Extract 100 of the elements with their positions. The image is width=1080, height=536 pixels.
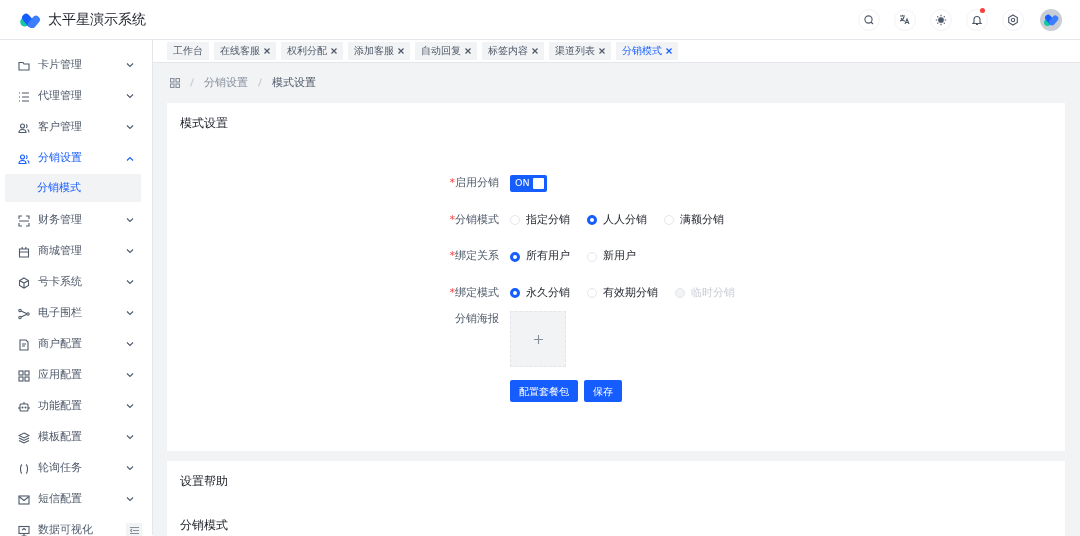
close-icon: [532, 48, 538, 54]
tab[interactable]: 渠道列表: [549, 42, 611, 60]
users-icon: [18, 121, 30, 134]
tab[interactable]: 在线客服: [214, 42, 276, 60]
tab[interactable]: 自动回复: [415, 42, 477, 60]
chevron-down-icon: [126, 497, 134, 502]
robot-icon: [18, 400, 30, 413]
radio-option[interactable]: 指定分销: [510, 211, 570, 229]
sidebar-item[interactable]: 电子围栏: [0, 298, 152, 329]
form-label: *启用分销: [448, 175, 500, 192]
sidebar-item[interactable]: 卡片管理: [0, 50, 152, 81]
monitor-icon: [18, 524, 30, 536]
radio-option[interactable]: 所有用户: [510, 248, 570, 265]
chevron-down-icon: [126, 63, 134, 68]
close-icon: [465, 48, 471, 54]
chevron-down-icon: [126, 435, 134, 440]
card-title: 设置帮助: [180, 473, 229, 490]
sidebar-item[interactable]: 功能配置: [0, 391, 152, 422]
form-label: *绑定模式: [448, 284, 500, 301]
chevron-down-icon: [126, 373, 134, 378]
logo-icon: [1043, 13, 1059, 26]
radio-option[interactable]: 新用户: [587, 248, 636, 265]
form-label: *分销模式: [448, 211, 500, 228]
sun-button[interactable]: [930, 8, 952, 31]
settings-button[interactable]: [1002, 8, 1024, 31]
bell-icon: [971, 13, 983, 26]
tab[interactable]: 工作台: [167, 42, 209, 60]
sidebar-item[interactable]: 分销设置: [0, 143, 152, 174]
close-icon: [331, 48, 337, 54]
separator-icon: [258, 78, 262, 88]
chevron-down-icon: [126, 125, 134, 130]
close-icon: [599, 48, 605, 54]
toggle-switch[interactable]: ON: [510, 175, 547, 192]
settings-icon: [1007, 13, 1019, 26]
bell-button[interactable]: [966, 8, 988, 31]
form-label: *绑定关系: [448, 248, 500, 265]
logo-icon: [18, 11, 42, 28]
tab[interactable]: 标签内容: [482, 42, 544, 60]
grid-icon: [18, 369, 30, 382]
collapse-button[interactable]: [126, 523, 142, 536]
sun-icon: [935, 13, 947, 26]
radio-option[interactable]: 满额分销: [664, 211, 724, 229]
home-grid-icon[interactable]: [170, 78, 180, 88]
chevron-down-icon: [126, 218, 134, 223]
close-icon: [398, 48, 404, 54]
close-icon: [666, 48, 672, 54]
translate-button[interactable]: [894, 8, 916, 31]
tab[interactable]: 分销模式: [616, 42, 678, 60]
collapse-icon: [129, 526, 139, 534]
scan-icon: [18, 214, 30, 227]
tab[interactable]: 权利分配: [281, 42, 343, 60]
form-button[interactable]: 保存: [584, 380, 622, 403]
avatar[interactable]: [1040, 8, 1062, 31]
sidebar-item[interactable]: 财务管理: [0, 205, 152, 236]
radio-option[interactable]: 人人分销: [587, 211, 647, 229]
tab[interactable]: 添加客服: [348, 42, 410, 60]
separator-icon: [190, 78, 194, 88]
form-label: 分销海报: [454, 311, 500, 328]
mail-icon: [18, 493, 30, 506]
chevron-down-icon: [126, 280, 134, 285]
section-heading: 分销模式: [180, 517, 229, 535]
radio-option[interactable]: 永久分销: [510, 284, 570, 302]
search-button[interactable]: [858, 8, 880, 31]
translate-icon: [899, 13, 911, 26]
chevron-down-icon: [126, 311, 134, 316]
chevron-down-icon: [126, 342, 134, 347]
sidebar-item[interactable]: 应用配置: [0, 360, 152, 391]
share-icon: [18, 307, 30, 320]
sidebar-item[interactable]: 代理管理: [0, 81, 152, 112]
radio-option[interactable]: 有效期分销: [587, 284, 658, 302]
chevron-down-icon: [126, 249, 134, 254]
cube-icon: [18, 276, 30, 289]
chevron-up-icon: [126, 156, 134, 161]
chevron-down-icon: [126, 94, 134, 99]
sidebar-item[interactable]: 模板配置: [0, 422, 152, 453]
sidebar-item[interactable]: 客户管理: [0, 112, 152, 143]
breadcrumb-item: 模式设置: [272, 74, 316, 91]
users-icon: [18, 152, 30, 165]
sidebar-item[interactable]: 商城管理: [0, 236, 152, 267]
chevron-down-icon: [126, 404, 134, 409]
form-button[interactable]: 配置套餐包: [510, 380, 578, 403]
search-icon: [863, 13, 875, 26]
sidebar-item[interactable]: 短信配置: [0, 484, 152, 515]
app-title: 太平星演示系统: [47, 10, 146, 29]
notification-dot: [980, 7, 985, 13]
folder-icon: [18, 59, 30, 72]
list-icon: [18, 90, 30, 103]
plus-icon: [533, 334, 543, 344]
document-icon: [18, 338, 30, 351]
sidebar-item[interactable]: 商户配置: [0, 329, 152, 360]
card-title: 模式设置: [180, 115, 229, 132]
brackets-icon: [18, 462, 30, 475]
sidebar-item[interactable]: 轮询任务: [0, 453, 152, 484]
sidebar-item[interactable]: 号卡系统: [0, 267, 152, 298]
upload-field[interactable]: [510, 311, 566, 368]
close-icon: [264, 48, 270, 54]
store-icon: [18, 245, 30, 258]
layers-icon: [18, 431, 30, 444]
chevron-down-icon: [126, 466, 134, 471]
submenu-item[interactable]: 分销模式: [5, 174, 141, 202]
